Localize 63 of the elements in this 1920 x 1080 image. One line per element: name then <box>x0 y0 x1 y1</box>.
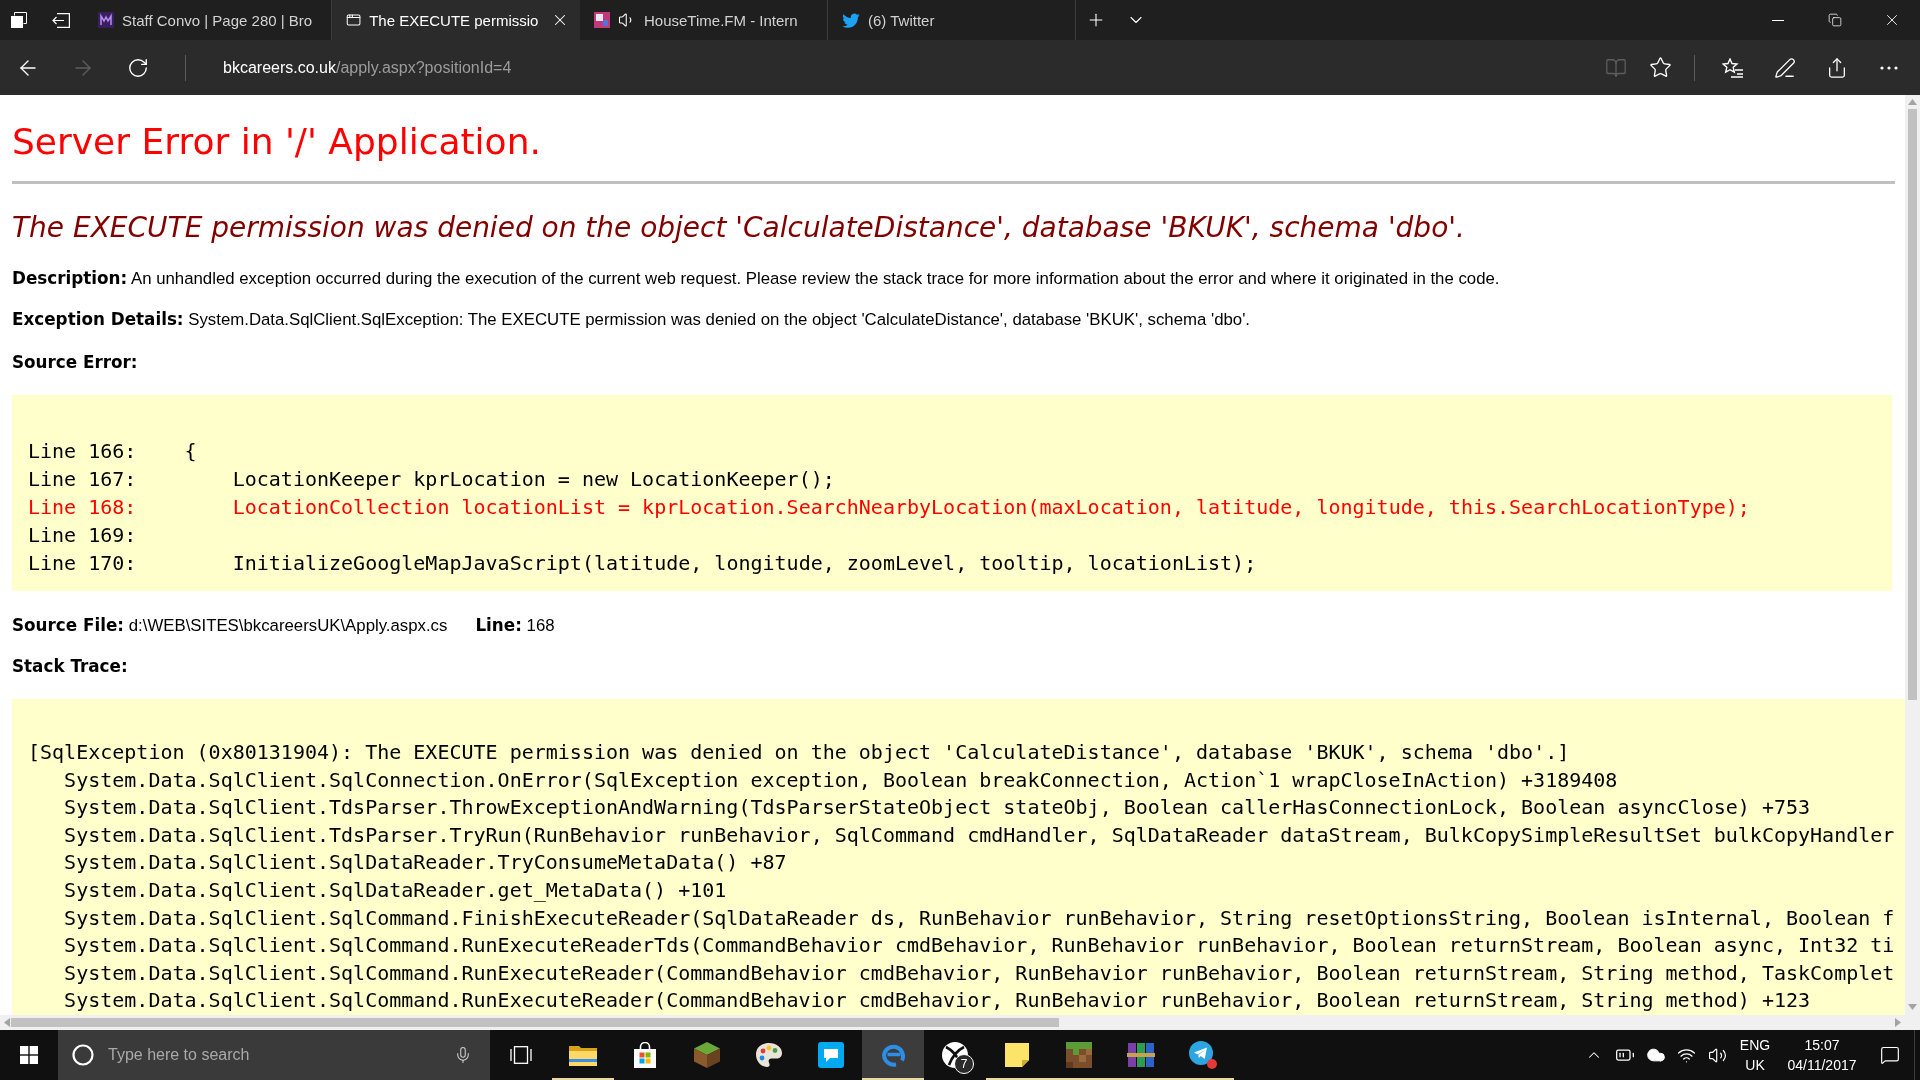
minimize-icon <box>1771 19 1784 21</box>
swirl-icon <box>880 1042 906 1068</box>
browser-tab[interactable]: The EXECUTE permissio <box>332 0 580 40</box>
vertical-scrollbar[interactable] <box>1905 95 1920 1030</box>
pixel-block-icon <box>1066 1042 1092 1068</box>
stacked-windows-icon <box>11 12 27 28</box>
tab-title: HouseTime.FM - Intern <box>644 11 798 29</box>
restore-icon <box>1827 13 1842 27</box>
scroll-down-icon <box>1908 1004 1917 1010</box>
code-line: Line 170: InitializeGoogleMapJavaScript(latitude, longitude, zoomLevel, tooltip, locationList); <box>28 550 1257 577</box>
shopping-bag-icon <box>633 1042 657 1068</box>
grass-cube-icon <box>694 1042 720 1068</box>
tab-title: (6) Twitter <box>868 11 935 29</box>
scroll-thumb[interactable] <box>11 1018 1059 1027</box>
count-badge: 7 <box>954 1054 974 1074</box>
scroll-up-icon <box>1908 99 1917 105</box>
error-heading: Server Error in '/' Application. <box>12 121 541 163</box>
stack-trace-line: System.Data.SqlClient.SqlCommand.RunExecuteReader(CommandBehavior cmdBehavior, RunBehavior runBehavior, Boolean returnStream, String method, TaskComplet <box>64 959 1895 987</box>
emblem-icon <box>98 12 114 28</box>
code-line: Line 167: LocationKeeper kprLocation = new LocationKeeper(); <box>28 466 835 493</box>
window-arrow-icon <box>52 12 70 28</box>
taskbar-app-button[interactable] <box>862 1030 924 1080</box>
book-stack-icon <box>1127 1042 1155 1068</box>
scroll-thumb[interactable] <box>1908 109 1917 700</box>
search-field[interactable]: Type here to search <box>58 1030 490 1080</box>
scroll-right-icon <box>1895 1018 1901 1027</box>
stack-trace-line: System.Data.SqlClient.SqlDataReader.get_MetaData() +101 <box>64 876 727 904</box>
folder-icon <box>569 1044 597 1066</box>
language-button[interactable]: ENG UK <box>1732 1030 1778 1080</box>
stack-trace-line: [SqlException (0x80131904): The EXECUTE permission was denied on the object 'CalculateDistance', database 'BKUK', schema 'dbo'.] <box>28 739 1570 766</box>
stack-trace-line: System.Data.SqlClient.SqlCommand.FinishExecuteReader(SqlDataReader ds, RunBehavior runBehavior, String resetOptionsString, Boolean isInternal, Boolean f <box>64 904 1895 932</box>
code-line: Line 169: <box>28 522 137 549</box>
stack-trace-line: System.Data.SqlClient.SqlCommand.RunExecuteReaderTds(CommandBehavior cmdBehavior, RunBehavior runBehavior, Boolean returnStream, Boolean async, Int32 ti <box>64 932 1895 960</box>
tab-title: Staff Convo | Page 280 | Bro <box>122 11 313 29</box>
bird-icon <box>842 12 860 28</box>
error-message: The EXECUTE permission was denied on the object 'CalculateDistance', database 'BKUK', schema 'dbo'. <box>12 212 1465 244</box>
stack-trace-line: System.Data.SqlClient.TdsParser.TryRun(RunBehavior runBehavior, SqlCommand cmdHandler, SqlDataReader dataStream, BulkCopySimpleResultSet bulkCopyHandler <box>64 821 1895 849</box>
code-line: Line 168: LocationCollection locationList = kprLocation.SearchNearbyLocation(maxLocation, latitude, longitude, this.SearchLocationType); <box>28 494 1750 521</box>
task-view-icon <box>510 1046 532 1064</box>
palette-icon <box>755 1042 783 1068</box>
description-text: Description: An unhandled exception occurred during the execution of the current web request. Please review the stack trace for more information about the error and where it originated in the code. <box>12 267 1500 290</box>
window-icon <box>346 12 362 28</box>
tab-title: The EXECUTE permissio <box>369 11 539 29</box>
chat-tile-icon <box>818 1042 844 1068</box>
source-file-text: Source File: d:\WEB\SITES\bkcareersUK\Apply.aspx.cs Line: 168 <box>12 614 555 637</box>
search-icon <box>72 1044 94 1066</box>
microphone-icon <box>454 1046 472 1064</box>
stack-trace-line: System.Data.SqlClient.SqlConnection.OnError(SqlException exception, Boolean breakConnection, Action`1 wrapCloseInAction) +3189408 <box>64 766 1618 794</box>
tile-icon <box>594 12 610 28</box>
paper-plane-icon <box>1188 1040 1218 1070</box>
note-icon <box>1005 1043 1029 1067</box>
stack-trace-label: Stack Trace: <box>12 655 128 678</box>
clock-button[interactable]: 15:07 04/11/2017 <box>1778 1030 1866 1080</box>
stack-trace-line: System.Data.SqlClient.SqlDataReader.TryConsumeMetaData() +87 <box>64 849 787 877</box>
start-icon <box>20 1046 38 1064</box>
stack-trace-line: System.Data.SqlClient.TdsParser.ThrowExceptionAndWarning(TdsParserStateObject stateObj, Boolean callerHasConnectionLock, Boolean asyncClose) +753 <box>64 794 1811 822</box>
horizontal-scrollbar[interactable] <box>0 1015 1905 1030</box>
code-line: Line 166: { <box>28 438 197 465</box>
exception-details-text: Exception Details: System.Data.SqlClient.SqlException: The EXECUTE permission was denied on the object 'CalculateDistance', database 'BKUK', schema 'dbo'. <box>12 308 1250 331</box>
message-icon <box>1880 1045 1900 1065</box>
source-error-label: Source Error: <box>12 351 138 374</box>
stack-trace-line: System.Data.SqlClient.SqlCommand.RunExecuteReader(CommandBehavior cmdBehavior, RunBehavior runBehavior, Boolean returnStream, String method) +123 <box>64 987 1811 1015</box>
taskbar-app-button[interactable]: 7 <box>924 1030 986 1080</box>
